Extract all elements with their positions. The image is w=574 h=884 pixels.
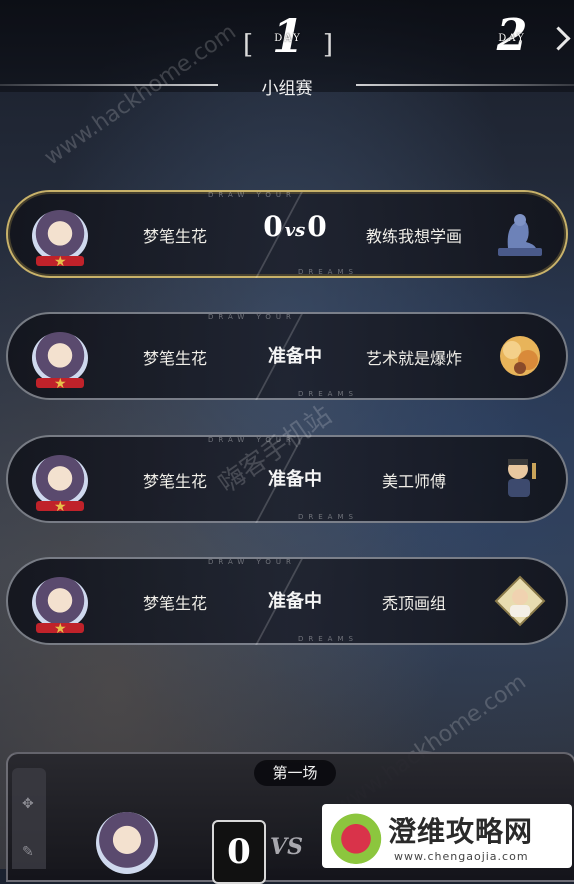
round-label: 第一场 — [254, 760, 336, 786]
day-label-next: DAY — [498, 33, 526, 44]
silhouette-icon — [498, 214, 542, 256]
craftsman-icon — [508, 459, 536, 497]
card-deco-top: DRAW YOUR — [208, 191, 296, 199]
team-right-name: 教练我想学画 — [365, 227, 462, 246]
team-avatar: ★ — [32, 210, 88, 270]
pencil-icon[interactable]: ✎ — [22, 844, 36, 860]
brand-name: 澄维攻略网 — [388, 815, 534, 848]
match-card[interactable]: DRAW YOUR DREAMS ★ 梦笔生花 准备中 秃顶画组 — [6, 557, 568, 645]
panel-vs-label: VS — [270, 834, 303, 860]
match-card[interactable]: DRAW YOUR DREAMS ★ 梦笔生花 0 vs0 教练我想学画 — [6, 190, 568, 278]
score-left: 0 — [263, 210, 283, 243]
team-left-name: 梦笔生花 — [142, 594, 207, 613]
day-2-tab[interactable]: 2 DAY — [490, 6, 534, 66]
card-deco-top: DRAW YOUR — [208, 313, 296, 321]
vs-label: vs — [284, 220, 306, 241]
team-left-name: 梦笔生花 — [142, 227, 207, 246]
team-avatar: ★ — [32, 577, 88, 637]
card-deco-bottom: DREAMS — [298, 268, 358, 276]
panel-team-avatar — [96, 812, 158, 874]
dpad-icon[interactable]: ✥ — [22, 796, 36, 812]
team-avatar: ★ — [32, 455, 88, 515]
panel-sidebar: ✥ ✎ — [12, 768, 46, 869]
team-right-name: 艺术就是爆炸 — [365, 349, 462, 368]
score-right: 0 — [307, 210, 327, 243]
team-right-name: 秃顶画组 — [381, 594, 446, 613]
team-left-name: 梦笔生花 — [142, 349, 207, 368]
brand-watermark: 澄维攻略网 www.chengaojia.com — [322, 804, 572, 868]
team-right-name: 美工师傅 — [381, 472, 446, 491]
chevron-right-icon[interactable] — [546, 26, 571, 51]
card-deco-top: DRAW YOUR — [208, 558, 296, 566]
brand-logo-icon — [328, 808, 384, 864]
team-avatar: ★ — [32, 332, 88, 392]
explosion-icon — [500, 336, 540, 376]
day-label-current: DAY — [274, 33, 302, 44]
card-deco-bottom: DREAMS — [298, 390, 358, 398]
stage-title: 小组赛 — [261, 79, 313, 99]
panel-score-box: 0 — [212, 820, 266, 884]
day-1-tab[interactable]: [ 1 DAY ] — [243, 6, 333, 66]
bracket-right: ] — [322, 30, 333, 60]
bald-painter-icon — [494, 575, 546, 627]
card-deco-bottom: DREAMS — [298, 635, 358, 643]
card-deco-bottom: DREAMS — [298, 513, 358, 521]
panel-score: 0 — [227, 832, 251, 872]
brand-url: www.chengaojia.com — [394, 850, 529, 863]
match-card[interactable]: DRAW YOUR DREAMS ★ 梦笔生花 准备中 艺术就是爆炸 — [6, 312, 568, 400]
